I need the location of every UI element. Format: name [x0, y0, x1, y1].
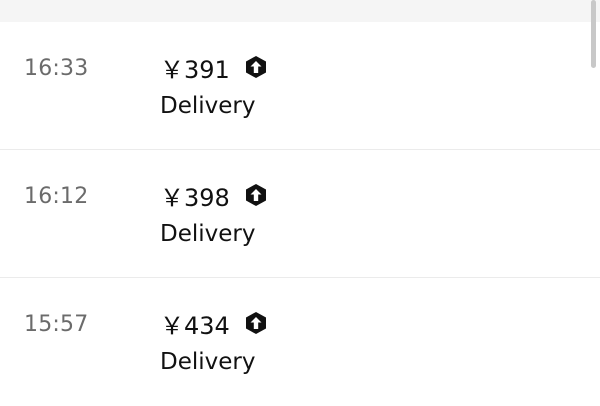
trip-list: 16:33 ￥391 Delivery 16:12 ￥398 Delivery [0, 22, 600, 406]
trip-row[interactable]: 16:33 ￥391 Delivery [0, 22, 600, 150]
boost-arrow-icon [244, 55, 268, 79]
trip-time: 15:57 [24, 312, 89, 337]
trip-amount: ￥398 [160, 183, 230, 212]
boost-arrow-icon [244, 183, 268, 207]
trip-amount-line: ￥398 [160, 180, 268, 212]
trip-row[interactable]: 16:12 ￥398 Delivery [0, 150, 600, 278]
trip-row[interactable]: 15:57 ￥434 Delivery [0, 278, 600, 406]
trip-amount: ￥434 [160, 311, 230, 340]
trip-type: Delivery [160, 349, 256, 375]
boost-arrow-icon [244, 311, 268, 335]
trip-type: Delivery [160, 221, 256, 247]
trip-amount: ￥391 [160, 55, 230, 84]
trip-amount-line: ￥391 [160, 52, 268, 84]
header-strip [0, 0, 600, 22]
trip-type: Delivery [160, 93, 256, 119]
trip-time: 16:33 [24, 56, 89, 81]
trip-amount-line: ￥434 [160, 308, 268, 340]
trip-time: 16:12 [24, 184, 89, 209]
